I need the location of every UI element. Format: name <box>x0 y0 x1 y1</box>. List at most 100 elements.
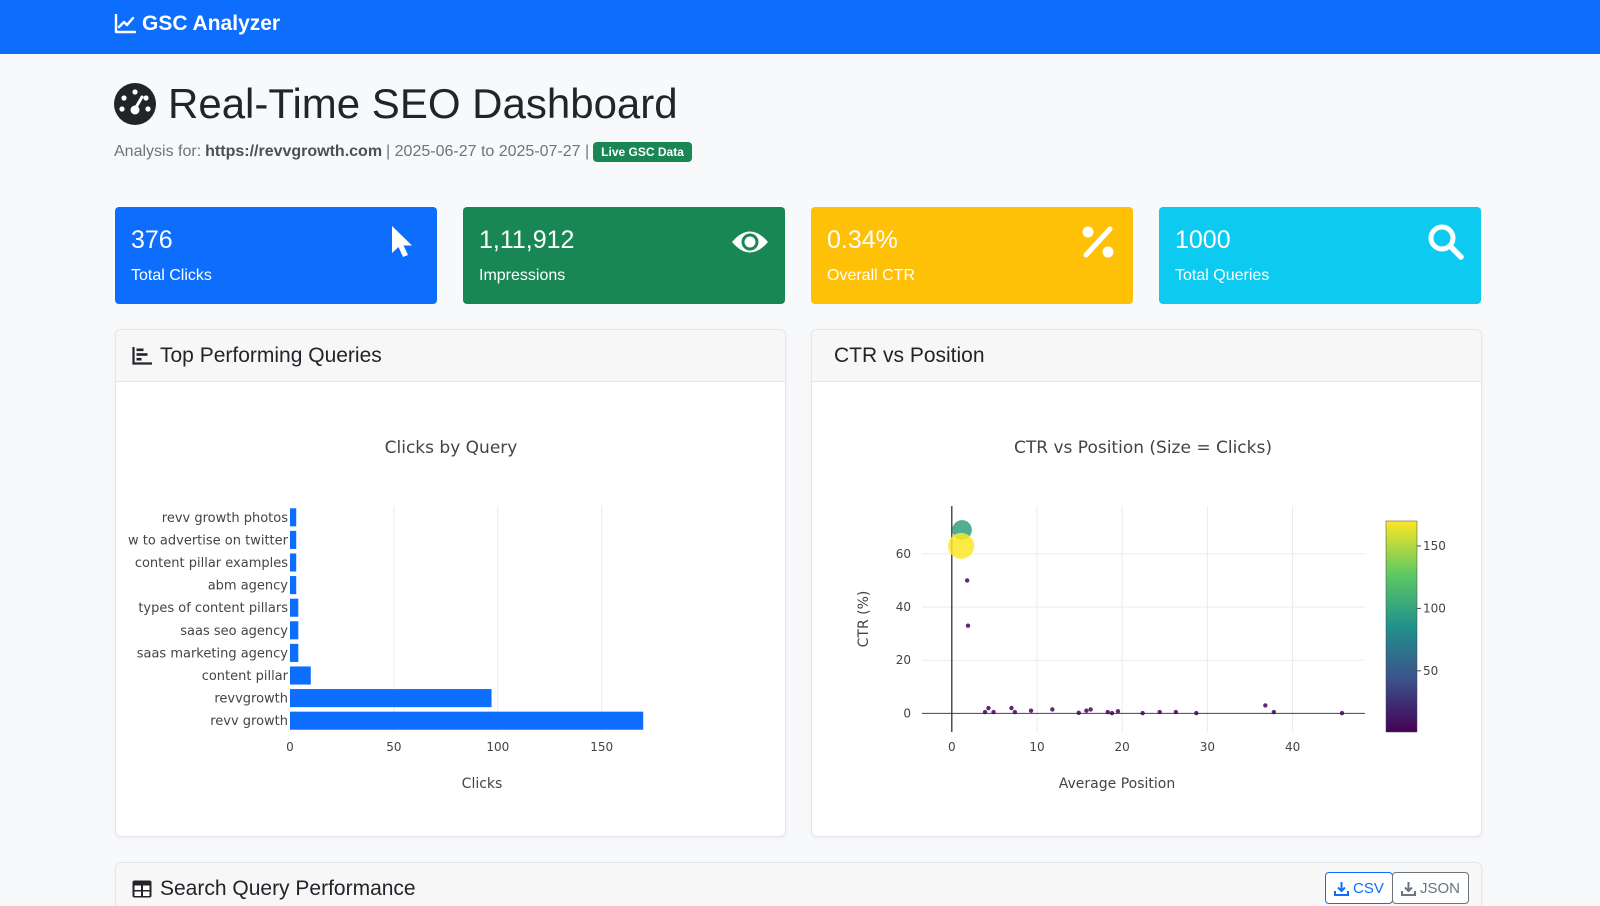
stat-value: 1000 <box>1175 226 1231 254</box>
scatter-point <box>1028 708 1034 713</box>
analysis-subtitle: Analysis for: https://revvgrowth.com | 2… <box>114 142 692 162</box>
x-tick-label: 100 <box>486 740 509 754</box>
scatter-point <box>1105 709 1110 715</box>
navbar-brand[interactable]: GSC Analyzer <box>114 12 280 36</box>
stat-card-impressions: 1,11,912 Impressions <box>463 207 785 304</box>
y-tick-label: 0 <box>903 706 911 720</box>
ctr-position-card: CTR vs Position CTR vs Position (Size = … <box>811 329 1482 837</box>
stat-label: Impressions <box>479 267 566 284</box>
gauge-icon <box>114 83 156 125</box>
card-header: Search Query Performance <box>116 863 1481 906</box>
bar <box>290 576 297 595</box>
stat-label: Total Clicks <box>131 267 212 284</box>
x-tick-label: 50 <box>386 740 401 754</box>
scatter-point <box>1173 709 1179 715</box>
x-tick-label: 40 <box>1285 740 1300 754</box>
scatter-point <box>1088 707 1093 712</box>
scatter-point <box>1140 710 1145 716</box>
card-header: CTR vs Position <box>812 330 1481 382</box>
scatter-point <box>986 705 991 711</box>
scatter-point <box>948 532 975 559</box>
scatter-point <box>1050 707 1055 712</box>
scatter-point <box>965 623 971 628</box>
page-title: Real-Time SEO Dashboard <box>114 80 678 128</box>
bar <box>290 530 297 549</box>
analysis-prefix: Analysis for: <box>114 143 202 160</box>
scatter-point <box>982 709 988 715</box>
y-tick-label: revvgrowth <box>214 692 288 707</box>
y-tick-label: abm agency <box>208 579 289 594</box>
stat-value: 0.34% <box>827 226 898 254</box>
chart-title: CTR vs Position (Size = Clicks) <box>1014 438 1272 458</box>
download-json-button[interactable]: JSON <box>1392 872 1470 904</box>
card-header: Top Performing Queries <box>116 330 785 382</box>
stat-value: 376 <box>131 226 173 254</box>
x-tick-label: 150 <box>590 740 613 754</box>
chart-title: Clicks by Query <box>385 438 518 458</box>
x-tick-label: 20 <box>1115 740 1130 754</box>
brand-label: GSC Analyzer <box>142 12 281 35</box>
live-data-badge: Live GSC Data <box>593 142 692 162</box>
bar <box>290 621 299 640</box>
colorbar-tick-label: 150 <box>1423 539 1446 553</box>
card-title: Top Performing Queries <box>160 343 382 367</box>
scatter-point <box>1115 709 1121 714</box>
top-queries-card: Top Performing Queries Clicks by Query 0 5… <box>115 329 786 837</box>
y-tick-label: content pillar <box>202 669 289 684</box>
ctr-vs-position-chart[interactable]: CTR vs Position (Size = Clicks) 0 10 20 30 40… <box>812 382 1481 836</box>
stat-value: 1,11,912 <box>479 226 575 254</box>
scatter-point <box>1109 710 1115 716</box>
colorbar-tick-label: 50 <box>1423 664 1438 678</box>
colorbar <box>1385 520 1418 733</box>
download-csv-button[interactable]: CSV <box>1325 872 1393 904</box>
scatter-point <box>1339 710 1345 716</box>
y-tick-label: saas seo agency <box>180 624 288 639</box>
csv-label: CSV <box>1353 879 1384 897</box>
y-tick-label: 20 <box>896 653 911 667</box>
stat-card-ctr: 0.34% Overall CTR <box>811 207 1133 304</box>
y-tick-label: revv growth photos <box>162 511 288 526</box>
scatter-point <box>1009 705 1014 711</box>
scatter-point <box>1263 703 1268 708</box>
bar <box>290 643 299 662</box>
bar <box>290 508 297 527</box>
search-performance-card: Search Query Performance <box>115 862 1482 906</box>
x-axis-title: Average Position <box>1059 776 1175 792</box>
stat-label: Overall CTR <box>827 267 916 284</box>
page-title-text: Real-Time SEO Dashboard <box>168 80 678 127</box>
bar <box>290 666 311 685</box>
scatter-point <box>1194 710 1199 716</box>
scatter-point <box>1271 709 1277 715</box>
y-tick-label: revv growth <box>210 714 288 729</box>
bar <box>290 598 299 617</box>
bar <box>290 711 644 730</box>
bar <box>290 689 492 708</box>
scatter-point <box>964 578 970 583</box>
x-axis-title: Clicks <box>462 776 503 792</box>
scatter-point <box>991 709 996 715</box>
stat-label: Total Queries <box>1175 267 1270 284</box>
card-title: CTR vs Position <box>834 343 985 367</box>
search-icon <box>1428 224 1464 260</box>
y-tick-label: types of content pillars <box>138 601 288 616</box>
chart-line-icon <box>114 14 136 34</box>
stat-card-queries: 1000 Total Queries <box>1159 207 1481 304</box>
eye-icon <box>732 231 768 253</box>
y-tick-label: 60 <box>896 547 911 561</box>
x-tick-label: 10 <box>1029 740 1044 754</box>
y-tick-label: saas marketing agency <box>137 646 289 661</box>
card-title: Search Query Performance <box>160 877 416 900</box>
site-url: https://revvgrowth.com <box>205 143 383 160</box>
json-label: JSON <box>1420 879 1461 897</box>
y-axis-title: CTR (%) <box>856 591 872 648</box>
x-tick-label: 0 <box>948 740 956 754</box>
cursor-icon <box>392 226 412 257</box>
y-tick-label: 40 <box>896 600 911 614</box>
clicks-by-query-chart[interactable]: Clicks by Query 0 50 100 150 Clicks revv growt… <box>116 382 785 836</box>
download-icon <box>1334 881 1349 896</box>
stat-card-clicks: 376 Total Clicks <box>115 207 437 304</box>
table-icon <box>132 880 152 898</box>
x-tick-label: 0 <box>286 740 294 754</box>
x-tick-label: 30 <box>1200 740 1215 754</box>
bar <box>290 553 297 572</box>
